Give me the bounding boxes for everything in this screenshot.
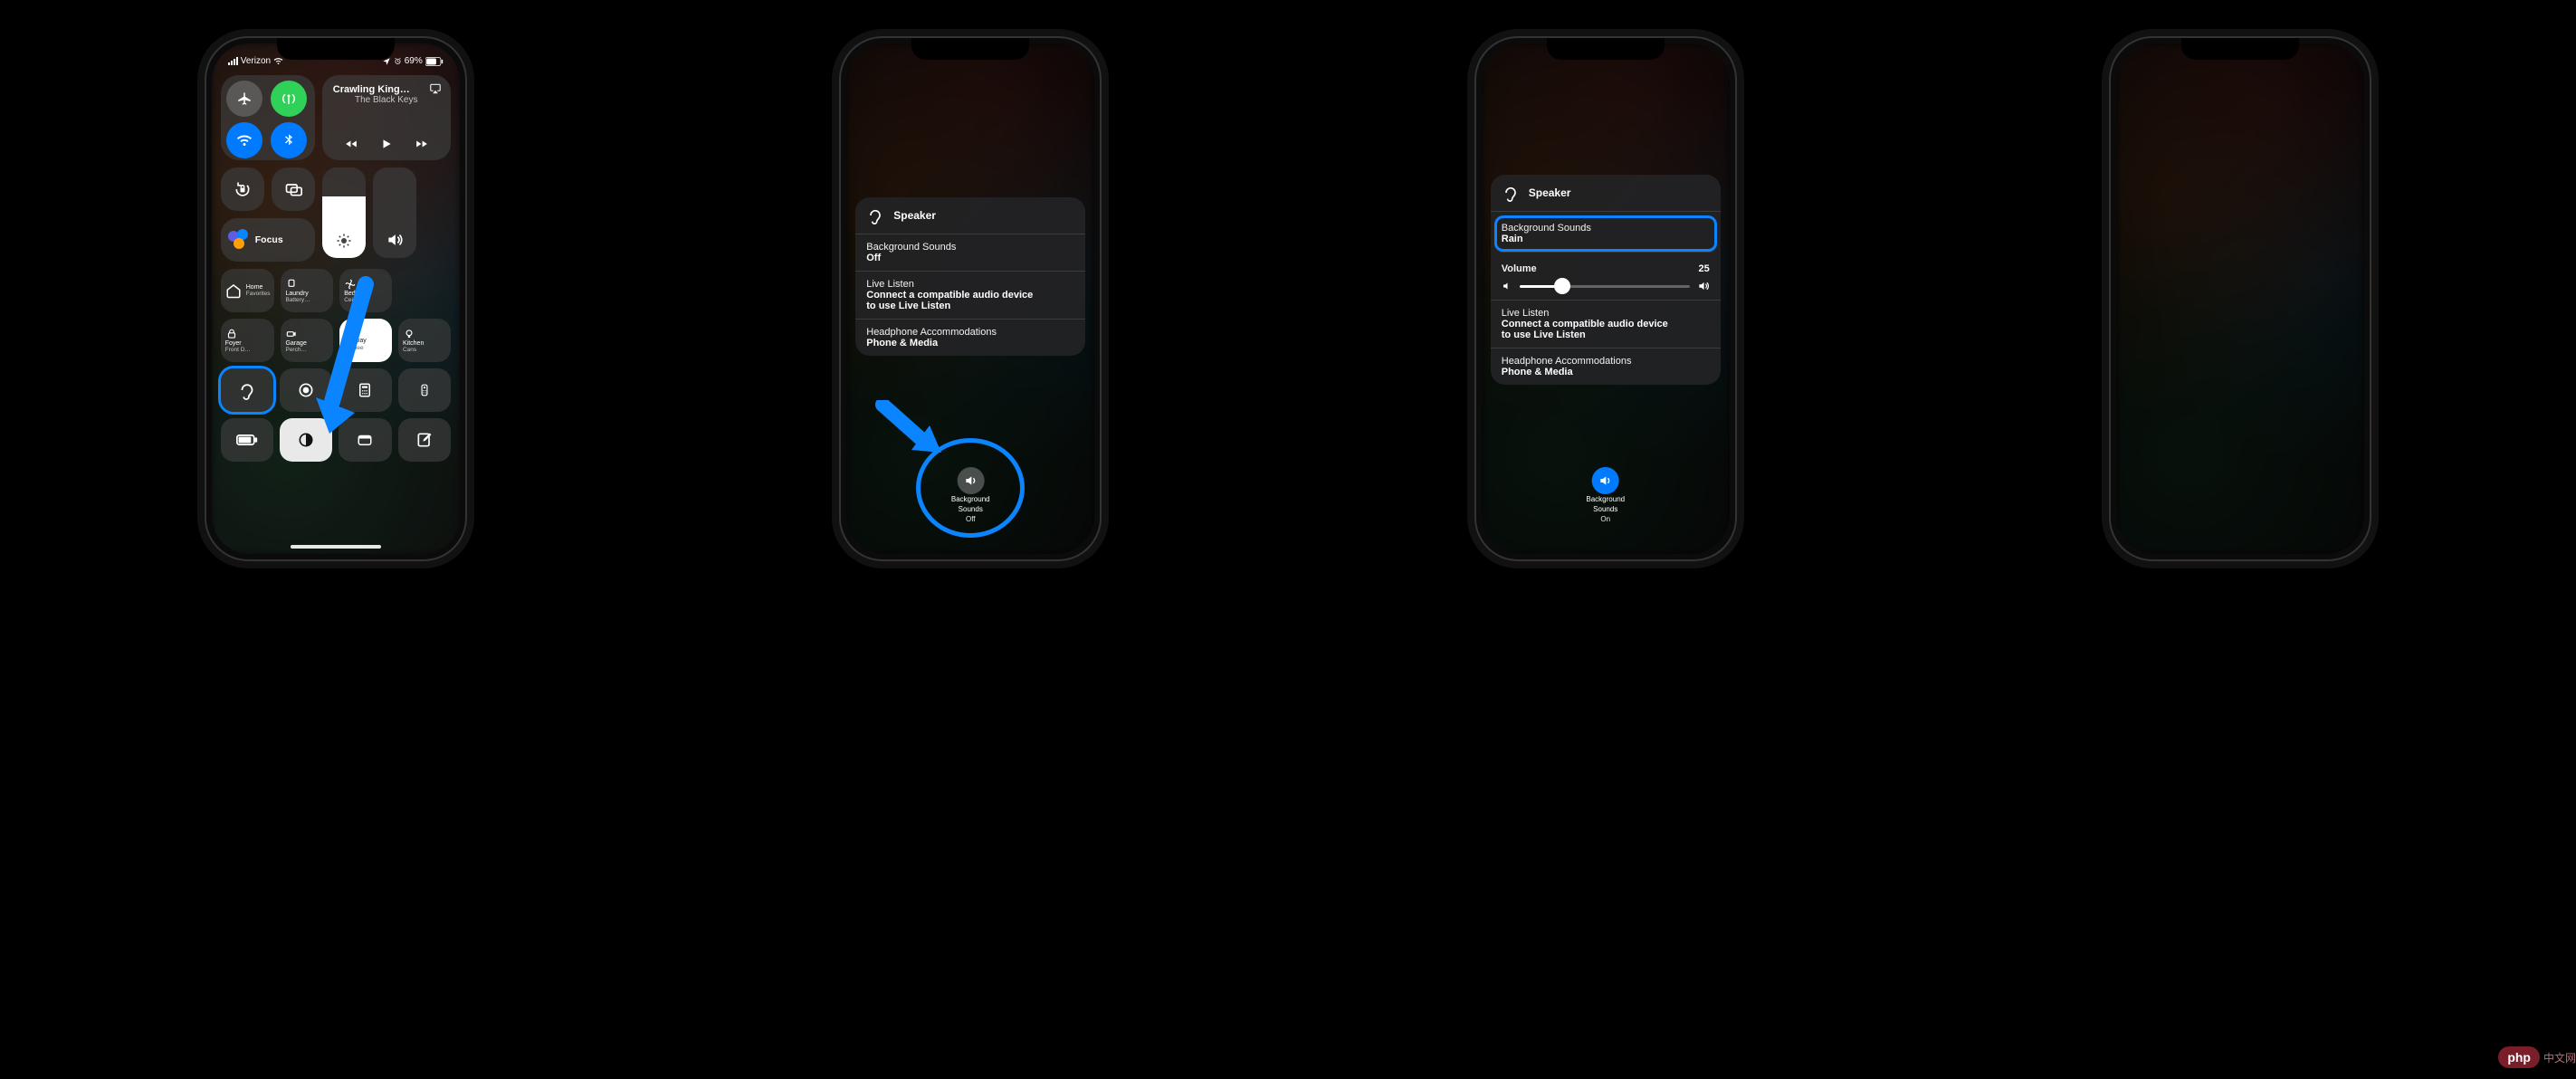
focus-label: Focus: [255, 234, 283, 245]
panel-header-speaker[interactable]: Speaker: [1491, 175, 1721, 212]
battery-icon: [236, 434, 258, 446]
ear-icon: [1502, 184, 1520, 202]
watermark-text: 中文网: [2543, 1050, 2576, 1065]
alarm-icon: [394, 57, 402, 65]
headphone-accommodations-row[interactable]: Headphone Accommodations Phone & Media: [855, 320, 1085, 356]
hearing-tile[interactable]: [221, 368, 273, 412]
lock-icon: [225, 328, 238, 340]
watermark: php 中文网: [2498, 1046, 2576, 1068]
connectivity-group[interactable]: [221, 75, 315, 160]
compose-icon: [415, 431, 434, 449]
phone-hearing-off: Speaker Background Sounds Off Live Liste…: [839, 36, 1102, 561]
volume-high-icon: [1697, 280, 1710, 292]
media-artist: The Black Keys: [333, 95, 440, 105]
live-listen-row[interactable]: Live Listen Connect a compatible audio d…: [855, 272, 1085, 320]
hearing-panel: Speaker Background Sounds Rain Volume 25: [1491, 175, 1721, 385]
airplane-toggle[interactable]: [226, 81, 262, 117]
orientation-lock[interactable]: [221, 167, 264, 211]
airplay-icon[interactable]: [429, 82, 442, 95]
focus-button[interactable]: Focus: [221, 218, 315, 262]
remote-tile[interactable]: [398, 368, 451, 412]
prev-button[interactable]: [344, 138, 358, 150]
headphone-accommodations-row[interactable]: Headphone Accommodations Phone & Media: [1491, 349, 1721, 385]
low-power-tile[interactable]: [221, 418, 273, 462]
next-button[interactable]: [415, 138, 429, 150]
media-title: Crawling King…: [333, 84, 440, 95]
phone-control-center: Verizon 69%: [205, 36, 467, 561]
mirroring-icon: [284, 180, 302, 198]
ear-icon: [866, 206, 884, 224]
notes-tile[interactable]: [398, 418, 451, 462]
live-listen-row[interactable]: Live Listen Connect a compatible audio d…: [1491, 301, 1721, 349]
hearing-panel: Speaker Background Sounds Off Live Liste…: [855, 197, 1085, 356]
cell-signal-icon: [228, 57, 238, 65]
wifi-toggle[interactable]: [226, 122, 262, 158]
antenna-icon: [281, 91, 297, 107]
phone-hearing-on: Speaker Background Sounds Rain Volume 25: [1474, 36, 1737, 561]
camera-icon: [285, 328, 298, 340]
notch: [277, 38, 395, 60]
phone-sounds-list: Background Sounds Balanced NoiseBright N…: [2109, 36, 2371, 561]
arrow-annotation: [873, 400, 955, 463]
arrow-annotation: [311, 275, 384, 456]
speaker-icon: [1598, 473, 1613, 488]
lock-rotate-icon: [234, 180, 252, 198]
watermark-pill: php: [2498, 1046, 2540, 1068]
remote-icon: [418, 380, 431, 400]
sun-icon: [336, 233, 352, 249]
bulb-icon: [403, 328, 415, 340]
home-kitchen-tile[interactable]: KitchenCans: [398, 319, 451, 362]
home-foyer-tile[interactable]: FoyerFront D…: [221, 319, 275, 362]
carrier-label: Verizon: [241, 56, 271, 66]
background-sounds-toggle[interactable]: Background Sounds On: [1586, 467, 1625, 523]
background-sounds-row[interactable]: Background Sounds Off: [855, 234, 1085, 272]
volume-row[interactable]: Volume 25: [1491, 256, 1721, 301]
home-icon: [225, 282, 242, 299]
airplane-icon: [236, 91, 253, 107]
panel-header-speaker[interactable]: Speaker: [855, 197, 1085, 234]
media-control[interactable]: Crawling King… The Black Keys: [322, 75, 451, 160]
plug-icon: [285, 278, 298, 291]
volume-slider[interactable]: [373, 167, 416, 258]
background-sounds-row[interactable]: Background Sounds Rain: [1494, 215, 1717, 253]
speaker-icon: [386, 231, 404, 249]
wifi-icon: [273, 56, 283, 66]
battery-percent: 69%: [405, 56, 423, 66]
bluetooth-toggle[interactable]: [271, 122, 307, 158]
brightness-slider[interactable]: [322, 167, 366, 258]
home-favorites-tile[interactable]: HomeFavorites: [221, 269, 275, 312]
focus-icon: [228, 229, 250, 251]
volume-track[interactable]: [1520, 285, 1690, 288]
wifi-icon: [236, 132, 253, 148]
bluetooth-icon: [281, 133, 296, 148]
ear-icon: [237, 380, 257, 400]
cellular-toggle[interactable]: [271, 81, 307, 117]
battery-icon: [425, 57, 444, 66]
screen-mirroring[interactable]: [272, 167, 315, 211]
volume-low-icon: [1502, 281, 1512, 291]
play-button[interactable]: [380, 137, 393, 151]
